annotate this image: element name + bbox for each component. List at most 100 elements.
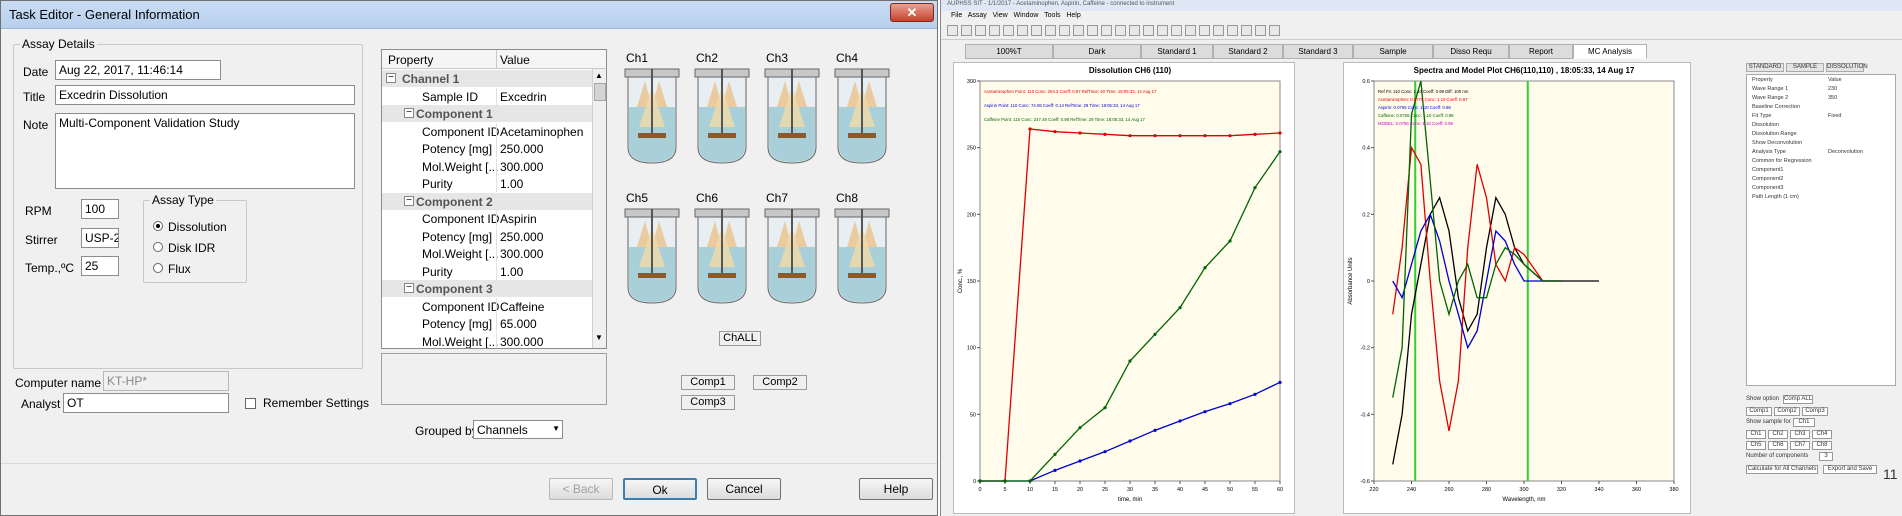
toolbar-tool-icon[interactable] bbox=[975, 25, 986, 36]
grid-row[interactable]: Component ID Aspirin bbox=[382, 210, 592, 227]
toolbar-tool-icon[interactable] bbox=[1031, 25, 1042, 36]
grid-row-value[interactable]: Aspirin bbox=[500, 212, 537, 226]
side-property-grid[interactable]: Property Value Wave Range 1 230 Wave Range 2… bbox=[1746, 74, 1896, 386]
scroll-up-icon[interactable]: ▲ bbox=[595, 71, 603, 80]
menu-view[interactable]: View bbox=[993, 12, 1008, 19]
tab-standard-2[interactable]: Standard 2 bbox=[1213, 44, 1283, 59]
side-comp-button[interactable]: Comp1 bbox=[1746, 407, 1772, 416]
grid-row-value[interactable]: Excedrin bbox=[500, 90, 547, 104]
side-property-row[interactable]: Property Value bbox=[1750, 77, 1900, 85]
side-property-row[interactable]: Dissolution Range bbox=[1750, 131, 1900, 139]
side-property-row[interactable]: Wave Range 1 230 bbox=[1750, 86, 1900, 94]
analyst-input[interactable]: OT bbox=[63, 393, 229, 413]
grid-group-row[interactable]: − Component 3 bbox=[382, 280, 592, 297]
side-property-row[interactable]: Baseline Correction bbox=[1750, 104, 1900, 112]
grid-row-value[interactable]: Caffeine bbox=[500, 300, 544, 314]
remember-settings-checkbox[interactable] bbox=[245, 398, 256, 409]
pause-icon[interactable]: 11 bbox=[1883, 466, 1898, 482]
grid-row[interactable]: Potency [mg] 250.000 bbox=[382, 227, 592, 245]
side-comp-button[interactable]: Comp3 bbox=[1802, 407, 1828, 416]
grid-row[interactable]: Mol.Weight [... 300.000 bbox=[382, 332, 592, 349]
side-property-row[interactable]: Fit Type Fixed bbox=[1750, 113, 1900, 121]
radio-flux[interactable] bbox=[153, 263, 163, 273]
toolbar-tool-icon[interactable] bbox=[1213, 25, 1224, 36]
side-ch-button[interactable]: Ch1 bbox=[1746, 430, 1766, 439]
side-property-value[interactable]: 350 bbox=[1828, 95, 1837, 101]
grid-group-row[interactable]: − Channel 1 bbox=[382, 70, 592, 87]
toolbar-tool-icon[interactable] bbox=[1045, 25, 1056, 36]
grid-row-value[interactable]: 250.000 bbox=[500, 142, 543, 156]
tab-dark[interactable]: Dark bbox=[1053, 44, 1141, 59]
grid-row[interactable]: Sample ID Excedrin bbox=[382, 87, 592, 105]
tab-standard-1[interactable]: Standard 1 bbox=[1141, 44, 1213, 59]
toolbar-tool-icon[interactable] bbox=[1157, 25, 1168, 36]
side-property-row[interactable]: Component1 bbox=[1750, 167, 1900, 175]
collapse-icon[interactable]: − bbox=[404, 283, 414, 293]
help-button[interactable]: Help bbox=[859, 478, 933, 500]
toolbar-tool-icon[interactable] bbox=[1255, 25, 1266, 36]
menu-assay[interactable]: Assay bbox=[968, 12, 987, 19]
close-button[interactable]: ✕ bbox=[890, 3, 934, 22]
toolbar-tool-icon[interactable] bbox=[1115, 25, 1126, 36]
side-property-row[interactable]: Wave Range 2 350 bbox=[1750, 95, 1900, 103]
grid-row[interactable]: Mol.Weight [... 300.000 bbox=[382, 245, 592, 262]
side-property-value[interactable]: Deconvolution bbox=[1828, 149, 1863, 155]
side-tab[interactable]: DISSOLUTION bbox=[1826, 63, 1868, 72]
collapse-icon[interactable]: − bbox=[404, 108, 414, 118]
vessel-ch1-icon[interactable] bbox=[623, 67, 681, 167]
menu-help[interactable]: Help bbox=[1066, 12, 1080, 19]
comp1-button[interactable]: Comp1 bbox=[681, 375, 735, 390]
export-save-button[interactable]: Export and Save bbox=[1823, 465, 1877, 474]
num-components-input[interactable]: 3 bbox=[1819, 452, 1833, 461]
toolbar-tool-icon[interactable] bbox=[1087, 25, 1098, 36]
toolbar-tool-icon[interactable] bbox=[1129, 25, 1140, 36]
tab-sample[interactable]: Sample bbox=[1353, 44, 1433, 59]
note-textarea[interactable]: Multi-Component Validation Study bbox=[55, 113, 355, 189]
grid-row-value[interactable]: 300.000 bbox=[500, 247, 543, 261]
side-property-row[interactable]: Show Deconvolution bbox=[1750, 140, 1900, 148]
side-comp-button[interactable]: Comp2 bbox=[1774, 407, 1800, 416]
grid-row[interactable]: Purity 1.00 bbox=[382, 262, 592, 280]
side-ch-button[interactable]: Ch3 bbox=[1790, 430, 1810, 439]
toolbar-tool-icon[interactable] bbox=[989, 25, 1000, 36]
menu-tools[interactable]: Tools bbox=[1044, 12, 1060, 19]
cancel-button[interactable]: Cancel bbox=[707, 478, 781, 500]
side-property-row[interactable]: Analysis Type Deconvolution bbox=[1750, 149, 1900, 157]
grid-row-value[interactable]: 300.000 bbox=[500, 335, 543, 349]
grid-row-value[interactable]: 1.00 bbox=[500, 265, 523, 279]
grid-row-value[interactable]: 300.000 bbox=[500, 160, 543, 174]
side-property-row[interactable]: Component3 bbox=[1750, 185, 1900, 193]
vessel-ch2-icon[interactable] bbox=[693, 67, 751, 167]
side-property-row[interactable]: Path Length (1 cm) bbox=[1750, 194, 1900, 202]
vessel-ch8-icon[interactable] bbox=[833, 207, 891, 307]
grid-row[interactable]: Mol.Weight [... 300.000 bbox=[382, 157, 592, 175]
side-ch-button[interactable]: Ch7 bbox=[1790, 441, 1810, 450]
vessel-ch4-icon[interactable] bbox=[833, 67, 891, 167]
toolbar-tool-icon[interactable] bbox=[1059, 25, 1070, 36]
vessel-ch7-icon[interactable] bbox=[763, 207, 821, 307]
side-property-row[interactable]: Component2 bbox=[1750, 176, 1900, 184]
ok-button[interactable]: Ok bbox=[623, 478, 697, 500]
title-input[interactable]: Excedrin Dissolution bbox=[55, 85, 355, 105]
tab-report[interactable]: Report bbox=[1509, 44, 1573, 59]
side-property-value[interactable]: Fixed bbox=[1828, 113, 1841, 119]
side-property-row[interactable]: Dissolution bbox=[1750, 122, 1900, 130]
show-sample-select[interactable]: Ch1 bbox=[1793, 418, 1815, 427]
side-ch-button[interactable]: Ch8 bbox=[1812, 441, 1832, 450]
collapse-icon[interactable]: − bbox=[404, 195, 414, 206]
tab-standard-3[interactable]: Standard 3 bbox=[1283, 44, 1353, 59]
toolbar-tool-icon[interactable] bbox=[1003, 25, 1014, 36]
vessel-ch3-icon[interactable] bbox=[763, 67, 821, 167]
radio-disk-idr[interactable] bbox=[153, 242, 163, 252]
toolbar-tool-icon[interactable] bbox=[1269, 25, 1280, 36]
rpm-input[interactable]: 100 bbox=[81, 199, 119, 219]
grid-group-row[interactable]: − Component 1 bbox=[382, 105, 592, 122]
dialog-title-bar[interactable]: Task Editor - General Information bbox=[1, 1, 937, 29]
radio-dissolution[interactable] bbox=[153, 221, 163, 231]
grid-row[interactable]: Purity 1.00 bbox=[382, 175, 592, 192]
tab-disso-requ[interactable]: Disso Requ bbox=[1433, 44, 1509, 59]
temp-input[interactable]: 25 bbox=[81, 256, 119, 276]
side-property-row[interactable]: Common for Regression bbox=[1750, 158, 1900, 166]
tab-mc-analysis[interactable]: MC Analysis bbox=[1573, 44, 1647, 59]
side-ch-button[interactable]: Ch5 bbox=[1746, 441, 1766, 450]
